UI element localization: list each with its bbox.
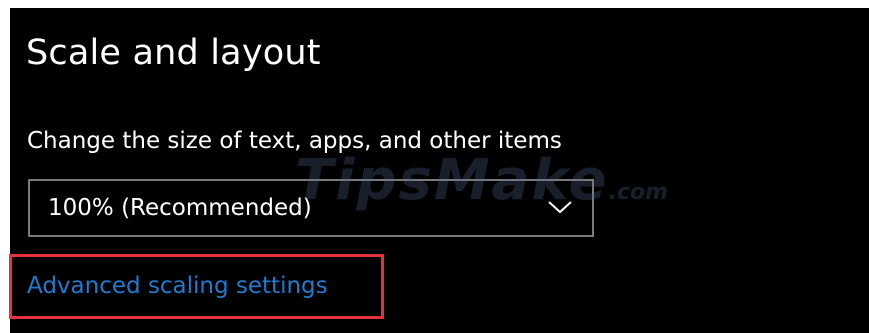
scale-setting-label: Change the size of text, apps, and other…: [27, 128, 562, 154]
watermark-suffix: .com: [608, 180, 668, 205]
section-title: Scale and layout: [26, 33, 321, 73]
advanced-scaling-settings-link[interactable]: Advanced scaling settings: [27, 275, 328, 298]
scale-and-layout-panel: Scale and layout Change the size of text…: [9, 8, 869, 333]
scale-dropdown[interactable]: 100% (Recommended): [28, 179, 594, 237]
scale-dropdown-value: 100% (Recommended): [48, 195, 312, 221]
chevron-down-icon: [548, 201, 572, 214]
